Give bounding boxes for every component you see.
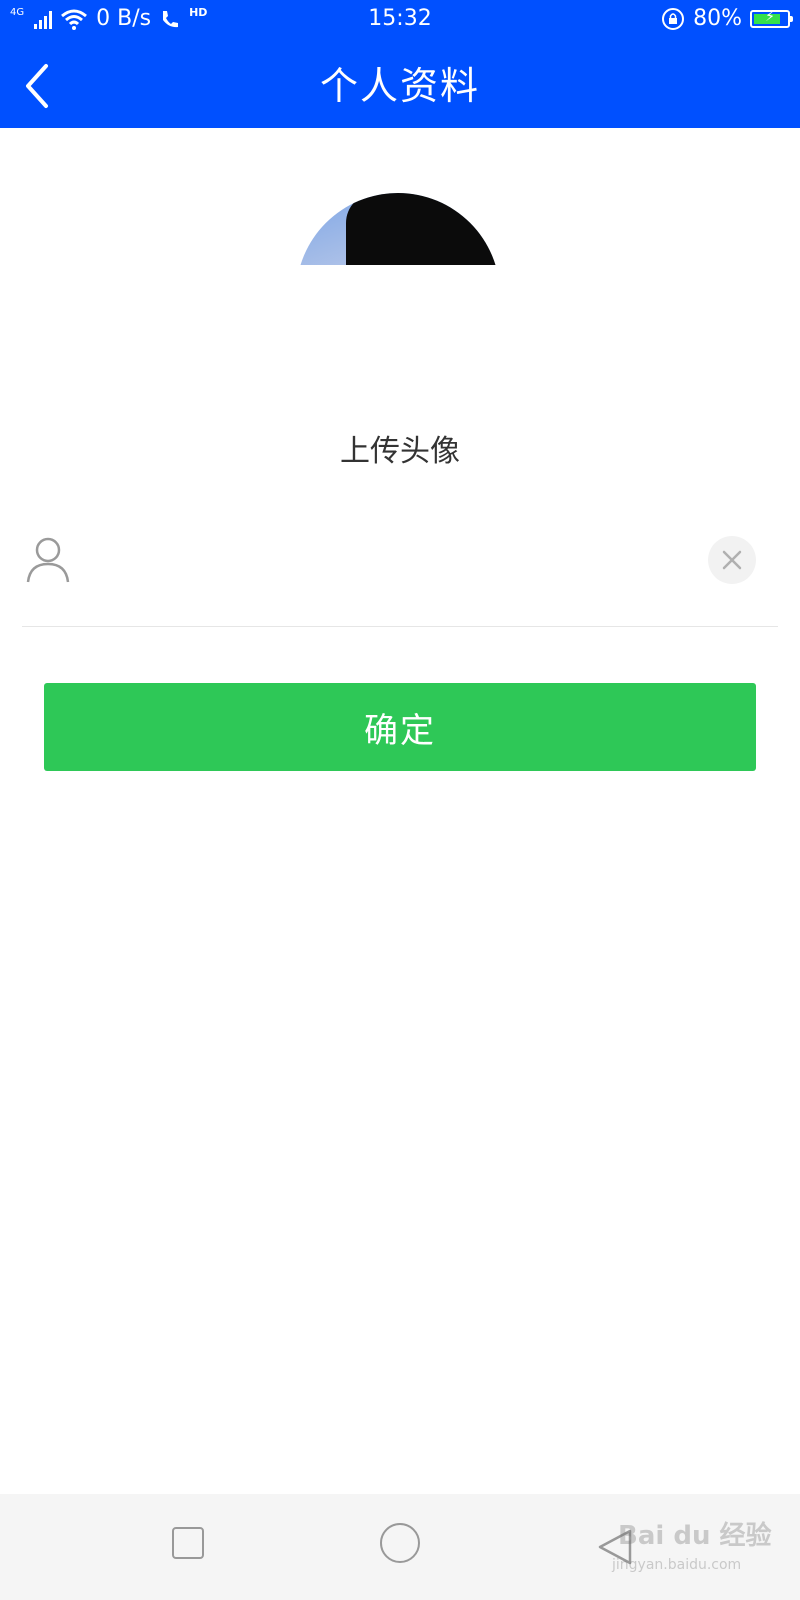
status-bar: 4G 0 B/s HD 15:32 80% ⚡: [0, 0, 800, 42]
clear-button[interactable]: [708, 536, 756, 584]
close-icon: [722, 550, 742, 570]
charging-icon: ⚡: [765, 8, 775, 25]
avatar-silhouette: [346, 193, 500, 265]
user-icon: [26, 537, 70, 583]
watermark-url: jingyan.baidu.com: [612, 1557, 742, 1573]
status-right: 80% ⚡: [661, 6, 793, 31]
page-title: 个人资料: [319, 64, 480, 108]
confirm-button[interactable]: 确定: [44, 683, 756, 771]
avatar-image: [296, 193, 500, 265]
home-button[interactable]: [380, 1523, 420, 1563]
watermark: Bai du 经验: [618, 1521, 772, 1551]
page-header: 个人资料: [0, 44, 800, 128]
name-input[interactable]: [92, 538, 696, 586]
avatar[interactable]: [296, 193, 500, 265]
app-top-bar: 4G 0 B/s HD 15:32 80% ⚡ 个人资料: [0, 0, 800, 128]
recent-apps-button[interactable]: [172, 1527, 204, 1559]
upload-avatar-button[interactable]: 上传头像: [0, 426, 800, 470]
system-nav-bar: Bai du 经验 jingyan.baidu.com: [0, 1494, 800, 1600]
rotation-lock-icon: [662, 7, 685, 30]
battery-percent: 80%: [693, 6, 742, 31]
name-field-row: [22, 520, 778, 627]
battery-icon: ⚡: [750, 8, 793, 28]
